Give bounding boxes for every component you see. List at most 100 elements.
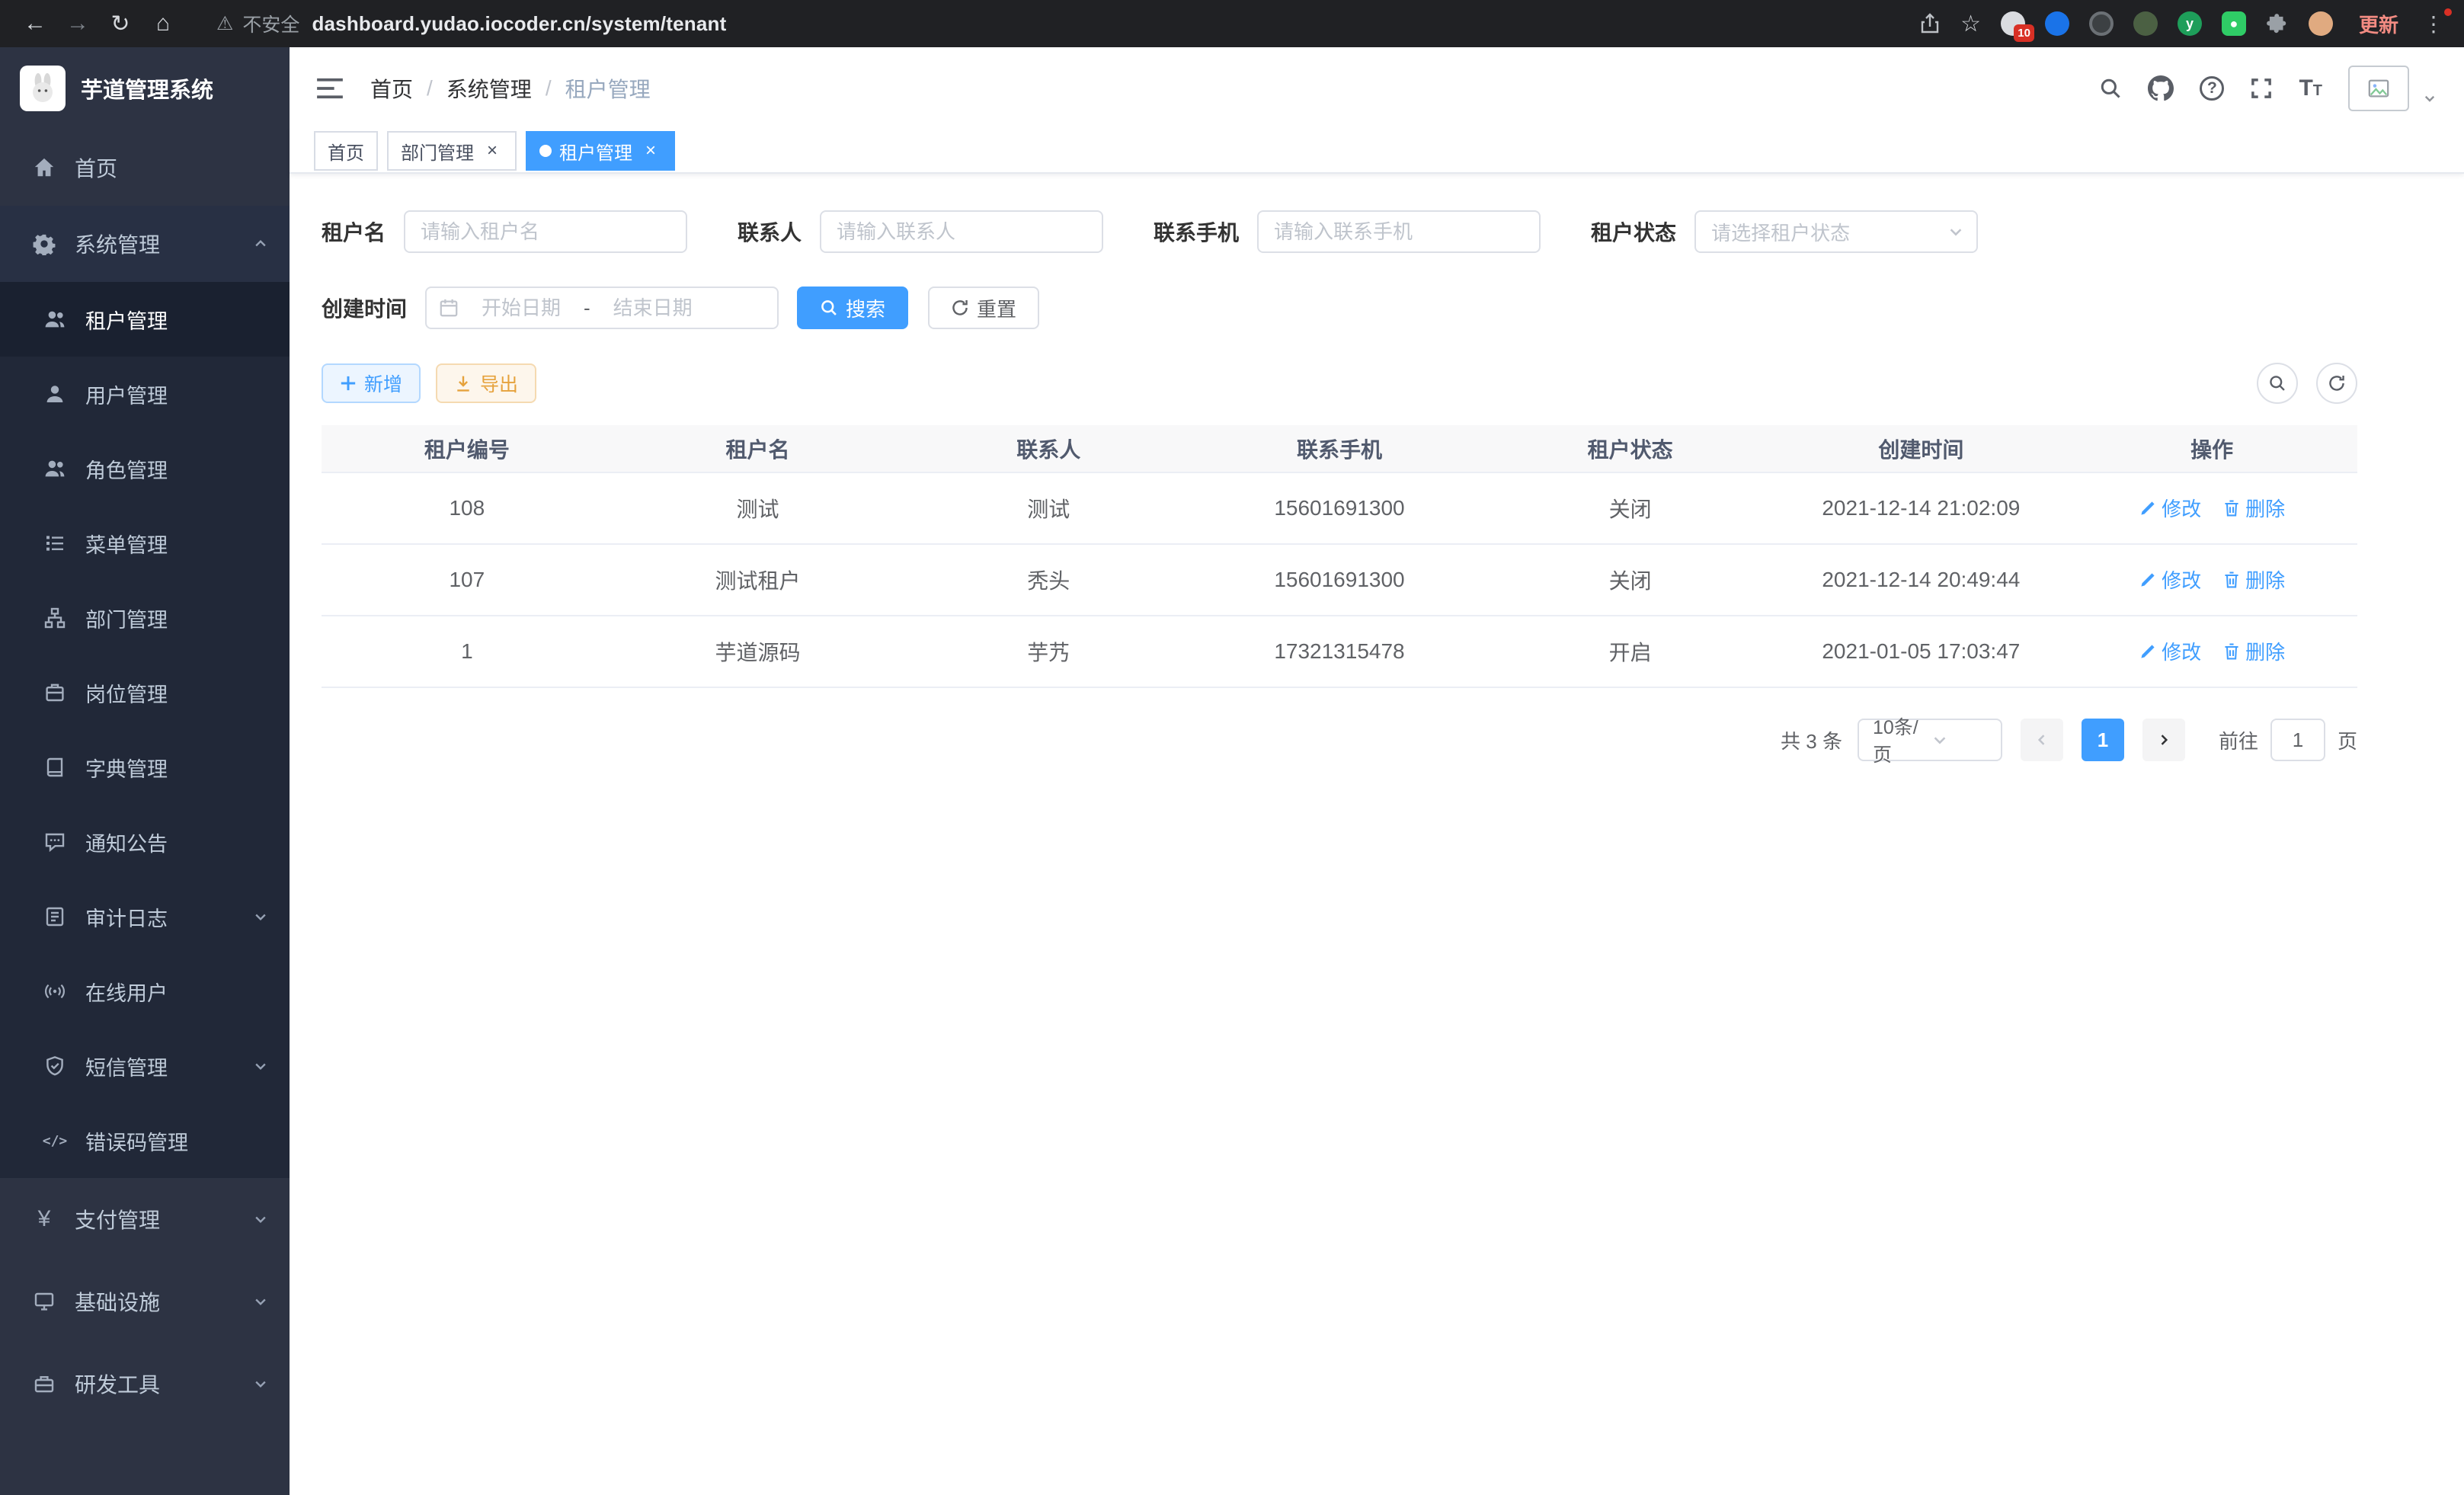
bookmark-star-icon[interactable]: ☆ <box>1960 5 1981 42</box>
github-icon[interactable] <box>2148 75 2174 101</box>
reset-button[interactable]: 重置 <box>928 287 1039 329</box>
table-tools <box>2257 363 2357 404</box>
profile-avatar-icon[interactable] <box>2309 11 2333 36</box>
refresh-icon[interactable] <box>2316 363 2357 404</box>
app-logo[interactable]: 芋道管理系统 <box>0 47 290 130</box>
sidebar-item-user[interactable]: 用户管理 <box>0 357 290 431</box>
export-button[interactable]: 导出 <box>436 363 536 403</box>
sidebar-item-dict[interactable]: 字典管理 <box>0 730 290 805</box>
gear-icon <box>30 232 58 255</box>
page-size-select[interactable]: 10条/页 <box>1858 719 2002 761</box>
sidebar-item-system[interactable]: 系统管理 <box>0 206 290 282</box>
date-range-picker[interactable]: - <box>425 287 779 329</box>
url-text[interactable]: dashboard.yudao.iocoder.cn/system/tenant <box>312 12 726 36</box>
font-size-icon[interactable]: TT <box>2299 77 2322 100</box>
extensions-puzzle-icon[interactable] <box>2266 12 2289 35</box>
contact-label: 联系人 <box>738 216 802 247</box>
table-toolbar: 新增 导出 <box>322 363 2357 404</box>
back-icon[interactable]: ← <box>15 5 55 42</box>
chevron-down-icon <box>253 1376 268 1391</box>
goto-page-input[interactable] <box>2270 719 2325 761</box>
browser-toolbar: ← → ↻ ⌂ ⚠ 不安全 dashboard.yudao.iocoder.cn… <box>0 0 2464 47</box>
toggle-search-icon[interactable] <box>2257 363 2298 404</box>
sidebar-item-post[interactable]: 岗位管理 <box>0 655 290 730</box>
sidebar-item-dept[interactable]: 部门管理 <box>0 581 290 655</box>
sidebar-item-infra[interactable]: 基础设施 <box>0 1260 290 1343</box>
forward-icon[interactable]: → <box>58 5 98 42</box>
toolbox-icon <box>30 1373 58 1394</box>
sidebar-item-payment[interactable]: ¥ 支付管理 <box>0 1178 290 1260</box>
breadcrumb-system[interactable]: 系统管理 <box>446 73 532 104</box>
delete-link[interactable]: 删除 <box>2222 565 2285 594</box>
share-icon[interactable] <box>1919 13 1941 34</box>
people-icon <box>41 458 69 479</box>
reload-icon[interactable]: ↻ <box>101 5 140 42</box>
search-button[interactable]: 搜索 <box>797 287 908 329</box>
main-content: 租户名 联系人 联系手机 租户状态 请选择租户状态 <box>290 174 2464 1495</box>
mobile-input[interactable] <box>1257 210 1541 253</box>
tab-dept[interactable]: 部门管理 × <box>387 131 517 171</box>
edit-link[interactable]: 修改 <box>2139 494 2201 522</box>
home-icon[interactable]: ⌂ <box>143 5 183 42</box>
update-button[interactable]: 更新 <box>2359 10 2398 38</box>
chevron-down-icon <box>253 1212 268 1227</box>
sidebar-item-role[interactable]: 角色管理 <box>0 431 290 506</box>
close-icon[interactable]: × <box>640 140 661 162</box>
end-date-input[interactable] <box>597 296 709 320</box>
extension-green-circle-icon[interactable]: y <box>2178 11 2202 36</box>
delete-link[interactable]: 删除 <box>2222 637 2285 665</box>
tags-view-bar: 首页 部门管理 × 租户管理 × <box>290 130 2464 174</box>
tab-tenant[interactable]: 租户管理 × <box>526 131 675 171</box>
status-select[interactable]: 请选择租户状态 <box>1694 210 1978 253</box>
tab-home[interactable]: 首页 <box>314 131 378 171</box>
extension-dark-icon[interactable] <box>2089 11 2114 36</box>
delete-link[interactable]: 删除 <box>2222 494 2285 522</box>
extension-badged-icon[interactable]: 10 <box>2001 11 2025 36</box>
edit-link[interactable]: 修改 <box>2139 565 2201 594</box>
close-icon[interactable]: × <box>482 140 503 162</box>
prev-page-button[interactable] <box>2021 719 2063 761</box>
status-text: 关闭 <box>1485 544 1776 616</box>
filter-row-2: 创建时间 - 搜索 重置 <box>322 287 2357 329</box>
chevron-down-icon <box>253 1058 268 1074</box>
chevron-down-icon <box>1947 223 1964 240</box>
col-actions: 操作 <box>2066 425 2357 472</box>
extension-olive-icon[interactable] <box>2133 11 2158 36</box>
col-created: 创建时间 <box>1776 425 2067 472</box>
next-page-button[interactable] <box>2142 719 2185 761</box>
status-label: 租户状态 <box>1591 216 1676 247</box>
shield-icon <box>41 1055 69 1077</box>
add-button[interactable]: 新增 <box>322 363 421 403</box>
breadcrumb-home[interactable]: 首页 <box>370 73 413 104</box>
book-icon <box>41 757 69 778</box>
help-icon[interactable]: ? <box>2200 76 2224 101</box>
edit-link[interactable]: 修改 <box>2139 637 2201 665</box>
browser-menu-icon[interactable]: ⋮ <box>2418 11 2449 37</box>
avatar[interactable] <box>2348 66 2409 111</box>
contact-input[interactable] <box>820 210 1103 253</box>
sidebar-item-audit-log[interactable]: 审计日志 <box>0 879 290 954</box>
tenant-name-label: 租户名 <box>322 216 386 247</box>
sidebar-item-error-code[interactable]: </> 错误码管理 <box>0 1103 290 1178</box>
col-status: 租户状态 <box>1485 425 1776 472</box>
sidebar-item-tenant[interactable]: 租户管理 <box>0 282 290 357</box>
page-number-button[interactable]: 1 <box>2082 719 2124 761</box>
fullscreen-icon[interactable] <box>2250 77 2273 100</box>
sidebar-item-sms[interactable]: 短信管理 <box>0 1029 290 1103</box>
chevron-down-icon <box>1931 731 1990 748</box>
start-date-input[interactable] <box>465 296 578 320</box>
address-bar[interactable]: ⚠ 不安全 dashboard.yudao.iocoder.cn/system/… <box>216 10 1901 37</box>
extension-blue-icon[interactable] <box>2045 11 2069 36</box>
message-icon <box>41 831 69 853</box>
collapse-menu-icon[interactable] <box>317 77 343 100</box>
sidebar-item-dev-tools[interactable]: 研发工具 <box>0 1343 290 1425</box>
sidebar-item-home[interactable]: 首页 <box>0 130 290 206</box>
sidebar-item-notice[interactable]: 通知公告 <box>0 805 290 879</box>
avatar-caret-icon[interactable] <box>2423 91 2437 105</box>
extension-chat-icon[interactable]: ● <box>2222 11 2246 36</box>
search-icon[interactable] <box>2099 77 2122 100</box>
sidebar-item-menu[interactable]: 菜单管理 <box>0 506 290 581</box>
sidebar-item-online-users[interactable]: 在线用户 <box>0 954 290 1029</box>
security-warning[interactable]: ⚠ 不安全 <box>216 10 299 37</box>
tenant-name-input[interactable] <box>404 210 687 253</box>
